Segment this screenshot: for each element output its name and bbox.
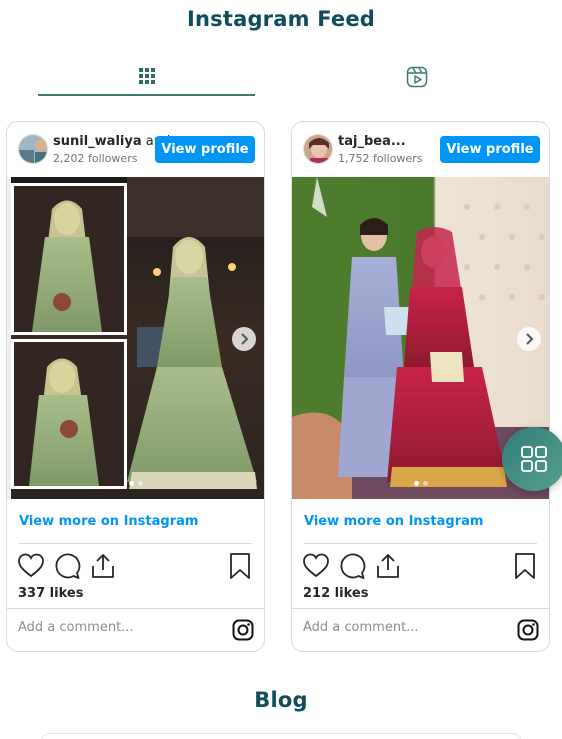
next-slide-button[interactable] — [517, 327, 541, 351]
view-more-link[interactable]: View more on Instagram — [304, 514, 483, 529]
comment-input[interactable]: Add a comment... — [303, 620, 419, 635]
reels-icon — [406, 66, 427, 88]
bookmark-icon[interactable] — [511, 552, 539, 580]
comment-icon[interactable] — [53, 552, 81, 580]
view-more-link[interactable]: View more on Instagram — [19, 514, 198, 529]
divider — [304, 543, 537, 544]
share-icon[interactable] — [89, 552, 117, 580]
tab-grid[interactable] — [38, 58, 255, 96]
post-header: sunil_waliya and r 2,202 followers View … — [7, 122, 264, 177]
comment-icon[interactable] — [338, 552, 366, 580]
instagram-icon[interactable] — [232, 619, 254, 641]
username-text: taj_bea... — [338, 134, 406, 149]
avatar[interactable] — [18, 134, 48, 164]
post-actions — [17, 552, 254, 580]
instagram-post-card: taj_bea... 1,752 followers View profile — [291, 121, 550, 652]
heart-icon[interactable] — [302, 552, 330, 580]
instagram-post-card: sunil_waliya and r 2,202 followers View … — [6, 121, 265, 652]
divider — [7, 608, 264, 609]
share-icon[interactable] — [374, 552, 402, 580]
likes-count: 337 likes — [18, 586, 84, 601]
apps-grid-icon — [521, 446, 547, 472]
divider — [292, 608, 549, 609]
post-header: taj_bea... 1,752 followers View profile — [292, 122, 549, 177]
comment-input[interactable]: Add a comment... — [18, 620, 134, 635]
carousel-dot — [137, 481, 143, 486]
next-slide-button[interactable] — [232, 327, 256, 351]
chevron-right-icon — [241, 333, 249, 345]
view-profile-button[interactable]: View profile — [155, 136, 255, 163]
heart-icon[interactable] — [17, 552, 45, 580]
tab-reels[interactable] — [308, 58, 525, 96]
divider — [19, 543, 252, 544]
grid-icon — [138, 68, 155, 84]
view-profile-button[interactable]: View profile — [440, 136, 540, 163]
post-username[interactable]: taj_bea... — [338, 134, 406, 149]
blog-card — [40, 733, 522, 739]
carousel-dot — [422, 481, 428, 486]
username-text: sunil_waliya — [53, 134, 142, 149]
avatar[interactable] — [303, 134, 333, 164]
grid-menu-button[interactable] — [502, 427, 562, 491]
followers-count: 1,752 followers — [338, 152, 423, 165]
bookmark-icon[interactable] — [226, 552, 254, 580]
carousel-dot — [128, 481, 134, 486]
blog-title: Blog — [254, 688, 308, 712]
carousel-dots — [7, 481, 264, 486]
post-actions — [302, 552, 539, 580]
chevron-right-icon — [526, 333, 534, 345]
followers-count: 2,202 followers — [53, 152, 138, 165]
page-title: Instagram Feed — [186, 7, 376, 31]
feed-tabs — [38, 58, 528, 98]
carousel-dot — [413, 481, 419, 486]
post-image[interactable] — [7, 177, 264, 499]
instagram-icon[interactable] — [517, 619, 539, 641]
carousel-dots — [292, 481, 549, 486]
likes-count: 212 likes — [303, 586, 369, 601]
